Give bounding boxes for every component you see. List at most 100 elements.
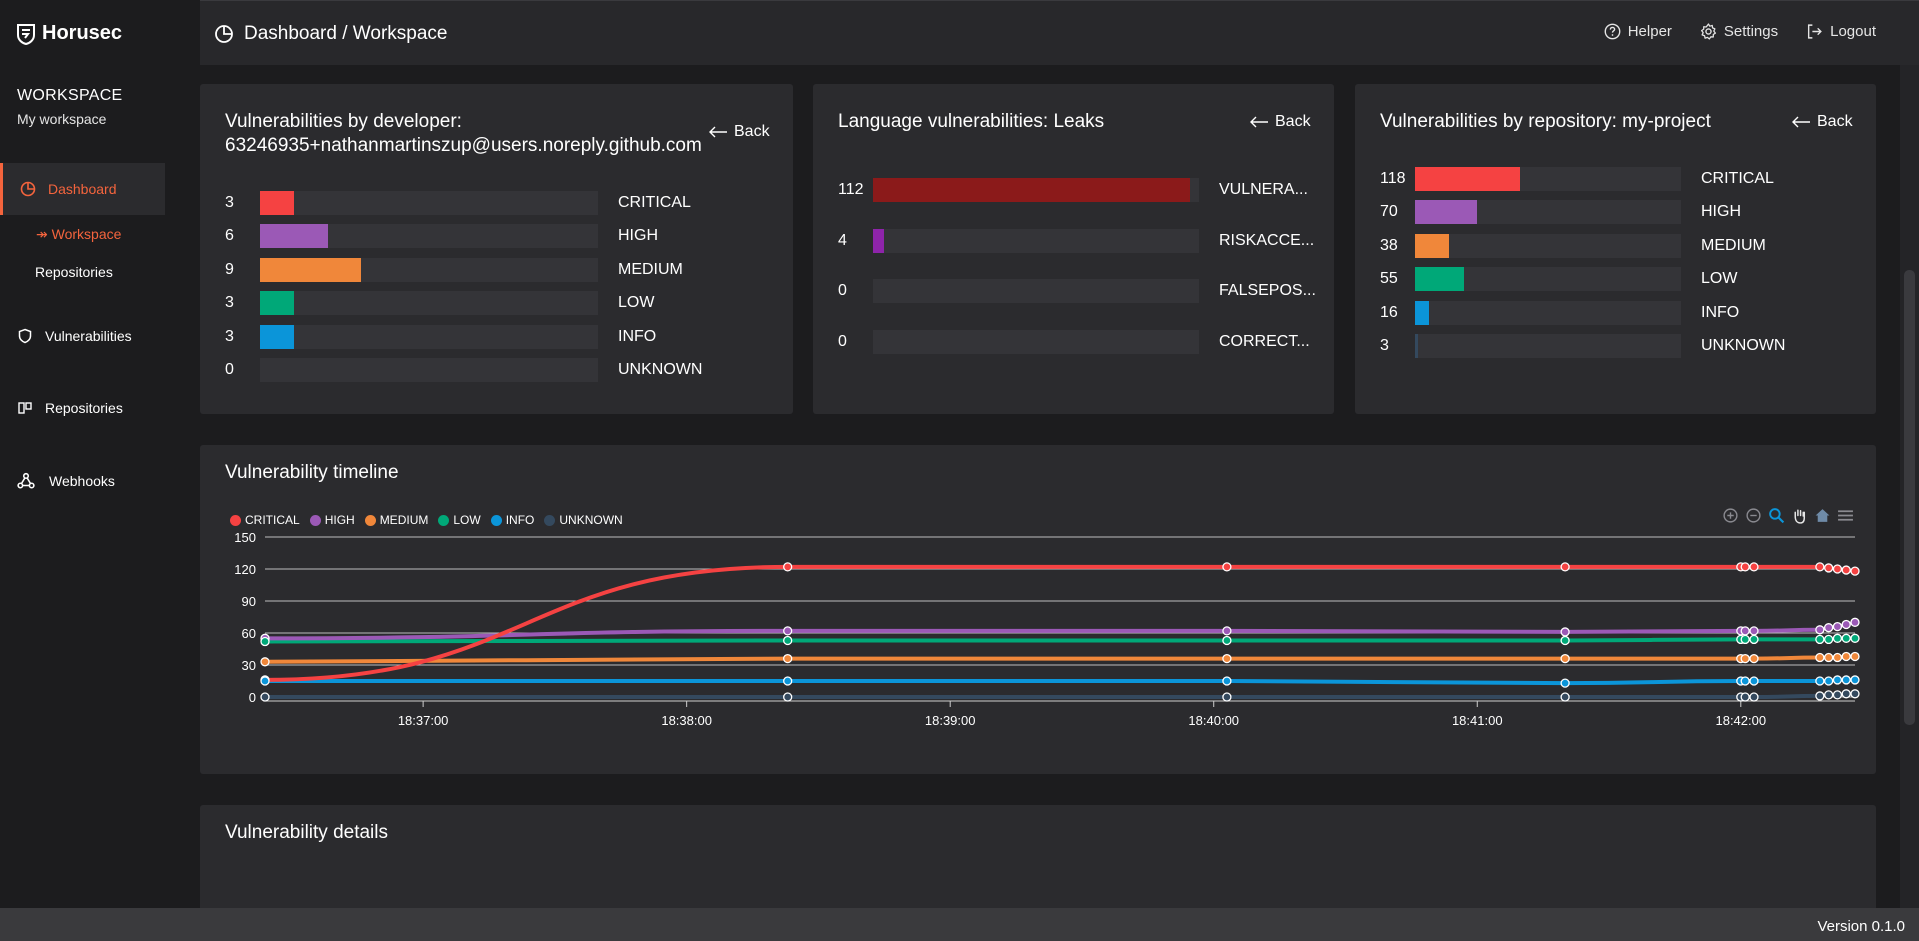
pan-icon[interactable] (1791, 507, 1808, 524)
bar-track[interactable] (260, 257, 598, 282)
data-point (1841, 689, 1851, 699)
developer-card-title: Vulnerabilities by developer: (225, 111, 462, 132)
data-point (1736, 692, 1746, 702)
horusec-logo-icon (17, 23, 35, 45)
bar-fill (260, 191, 294, 215)
page-scrollbar[interactable] (1900, 65, 1919, 908)
repository-vulnerabilities-card: Vulnerabilities by repository: my-projec… (1355, 84, 1876, 414)
data-point (260, 676, 270, 686)
data-point (1832, 564, 1843, 574)
data-point (783, 635, 793, 646)
data-point (1815, 676, 1825, 686)
zoom-in-icon[interactable] (1722, 507, 1739, 524)
back-label: Back (734, 123, 770, 140)
data-point (1850, 566, 1860, 576)
nav-webhooks-label: Webhooks (49, 473, 115, 489)
bar-track[interactable] (1415, 167, 1681, 191)
x-tick-label: 18:37:00 (398, 713, 449, 728)
data-point (1832, 633, 1843, 643)
bar-track[interactable] (260, 324, 598, 349)
series-line (264, 620, 1856, 641)
developer-card-subtitle: 63246935+nathanmartinszup@users.noreply.… (225, 135, 702, 156)
home-icon[interactable] (1814, 507, 1831, 524)
bar-value: 0 (225, 361, 234, 378)
bar-track[interactable] (260, 358, 598, 382)
selection-zoom-icon[interactable] (1768, 507, 1785, 524)
bar-track[interactable] (873, 279, 1199, 303)
subnav-repositories[interactable]: Repositories (35, 264, 113, 280)
bar-value: 38 (1380, 236, 1398, 254)
data-point (1736, 626, 1746, 636)
data-point (1823, 690, 1834, 700)
language-vulnerabilities-card: Language vulnerabilities: Leaks Back 112… (813, 84, 1334, 414)
data-point (1560, 678, 1570, 688)
bar-track[interactable] (1415, 200, 1681, 225)
app-logo[interactable]: Horusec (16, 22, 122, 45)
y-tick-label: 60 (242, 626, 256, 641)
logout-button[interactable]: Logout (1806, 23, 1876, 40)
back-label: Back (1817, 113, 1853, 130)
bar-value: 112 (838, 181, 864, 198)
scrollbar-thumb[interactable] (1904, 270, 1915, 725)
nav-vulnerabilities[interactable]: Vulnerabilities (17, 328, 132, 344)
legend-item[interactable]: INFO (490, 513, 534, 527)
series-line (264, 564, 1856, 682)
nav-vulnerabilities-label: Vulnerabilities (45, 328, 132, 344)
legend-item[interactable]: CRITICAL (230, 513, 300, 527)
legend-marker (364, 514, 376, 526)
y-tick-label: 90 (242, 594, 256, 609)
data-point (1841, 675, 1851, 685)
repository-icon (18, 402, 32, 414)
bar-track[interactable] (1415, 233, 1681, 258)
header-actions: Helper Settings Logout (1604, 23, 1876, 40)
legend-item[interactable]: LOW (438, 513, 481, 527)
data-point (783, 692, 793, 702)
timeline-chart[interactable]: 0 30 60 90 120 150 18:37:00 18:38:00 18:39:00 18:… (200, 445, 1876, 774)
y-tick-label: 30 (242, 658, 256, 673)
bar-fill (260, 224, 328, 249)
subnav-workspace[interactable]: ↠ Workspace (36, 226, 121, 243)
bar-track[interactable] (260, 224, 598, 249)
developer-back-button[interactable]: Back (708, 123, 770, 141)
bar-fill (873, 228, 885, 253)
bar-track[interactable] (260, 291, 598, 316)
data-point (1560, 653, 1570, 664)
bar-value: 70 (1380, 203, 1398, 221)
bar-track[interactable] (873, 178, 1199, 202)
legend-item[interactable]: HIGH (309, 513, 355, 527)
bar-track[interactable] (873, 329, 1199, 354)
menu-icon[interactable] (1837, 507, 1854, 524)
repository-back-button[interactable]: Back (1791, 113, 1853, 131)
nav-dashboard[interactable]: Dashboard (0, 163, 165, 215)
bar-track[interactable] (873, 228, 1199, 253)
nav-webhooks[interactable]: Webhooks (17, 472, 115, 490)
legend-item[interactable]: MEDIUM (364, 513, 428, 527)
bar-label: MEDIUM (618, 260, 683, 278)
x-tick-label: 18:40:00 (1188, 713, 1239, 728)
legend-marker (309, 514, 321, 526)
language-back-button[interactable]: Back (1249, 113, 1311, 131)
data-point (1832, 621, 1843, 632)
workspace-name[interactable]: My workspace (17, 111, 106, 127)
data-point (1222, 692, 1232, 702)
nav-repositories[interactable]: Repositories (17, 400, 123, 416)
zoom-out-icon[interactable] (1745, 507, 1762, 524)
settings-button[interactable]: Settings (1700, 23, 1778, 40)
bar-fill (1415, 334, 1418, 358)
legend-item[interactable]: UNKNOWN (544, 513, 623, 527)
data-point (1560, 627, 1570, 637)
data-point (1560, 692, 1570, 702)
bar-value: 3 (1380, 337, 1389, 354)
data-point (1736, 653, 1746, 664)
bar-track[interactable] (1415, 267, 1681, 292)
data-point (1850, 689, 1860, 699)
helper-button[interactable]: Helper (1604, 23, 1672, 40)
timeline-card: Vulnerability timeline CRITICAL HIGH MEDIU… (200, 445, 1876, 774)
data-point (1222, 562, 1232, 572)
series-line (264, 636, 1855, 644)
bar-track[interactable] (260, 191, 598, 215)
data-point (1749, 562, 1759, 572)
data-point (1736, 562, 1746, 572)
bar-track[interactable] (1415, 300, 1681, 325)
bar-track[interactable] (1415, 334, 1681, 358)
